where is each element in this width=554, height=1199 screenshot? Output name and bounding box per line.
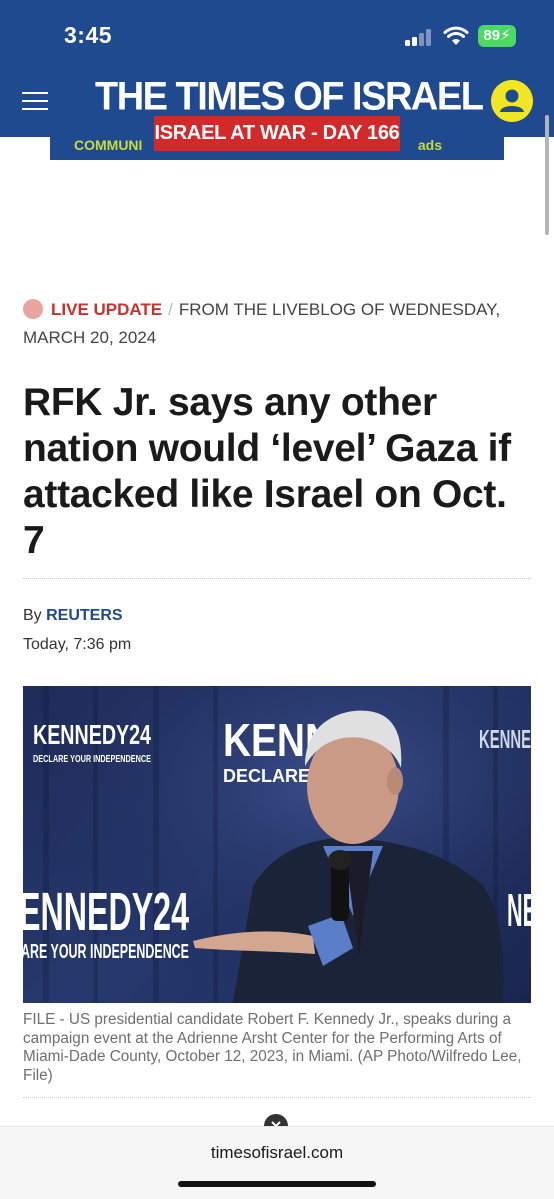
browser-address-bar[interactable]: timesofisrael.com [0, 1126, 554, 1199]
wifi-icon [443, 26, 469, 45]
account-icon[interactable] [491, 80, 533, 122]
sign-top-left-sub: DECLARE YOUR INDEPENDENCE [33, 754, 151, 765]
sign-top-center-sub: DECLARE [223, 766, 310, 786]
home-indicator[interactable] [178, 1181, 376, 1187]
ad-text-right: ads [417, 137, 442, 153]
sign-bottom-left: ENNEDY24 [23, 882, 189, 942]
sign-bottom-left-sub: ARE YOUR INDEPENDENCE [23, 941, 189, 963]
status-time: 3:45 [64, 22, 113, 48]
cellular-signal-icon [405, 28, 433, 46]
url-text[interactable]: timesofisrael.com [0, 1143, 554, 1163]
sign-top-left: KENNEDY24 [33, 719, 151, 750]
divider [23, 1097, 531, 1098]
breadcrumb-separator: / [168, 300, 173, 319]
byline: By REUTERS [23, 607, 123, 625]
live-update-label[interactable]: LIVE UPDATE [51, 300, 162, 319]
live-update-row: LIVE UPDATE / FROM THE LIVEBLOG OF WEDNESD… [23, 296, 533, 352]
photo-illustration: KENNEDY24 DECLARE YOUR INDEPENDENCE KENN… [23, 686, 531, 1003]
ad-text-left: COMMUNI [74, 137, 143, 153]
author-link[interactable]: REUTERS [46, 607, 122, 624]
sign-top-right: KENNE [479, 724, 531, 754]
hamburger-menu-icon[interactable] [22, 90, 48, 112]
article-photo[interactable]: KENNEDY24 DECLARE YOUR INDEPENDENCE KENN… [23, 686, 531, 1003]
site-logo[interactable]: THE TIMES OF ISRAEL [95, 75, 484, 120]
article-headline: RFK Jr. says any other nation would ‘lev… [23, 381, 511, 562]
publish-date: Today, 7:36 pm [23, 636, 132, 653]
status-bar: 3:45 89⚡ [0, 0, 554, 70]
byline-prefix: By [23, 607, 42, 624]
scrollbar[interactable] [545, 115, 549, 235]
divider [23, 578, 531, 579]
live-dot-icon [23, 299, 43, 319]
battery-level: 89⚡ [483, 27, 511, 44]
israel-at-war-badge[interactable]: ISRAEL AT WAR - DAY 166 [154, 116, 400, 151]
battery-icon: 89⚡ [478, 25, 516, 47]
sign-bottom-right: NE [507, 884, 531, 936]
photo-caption: FILE - US presidential candidate Robert … [23, 1011, 522, 1084]
